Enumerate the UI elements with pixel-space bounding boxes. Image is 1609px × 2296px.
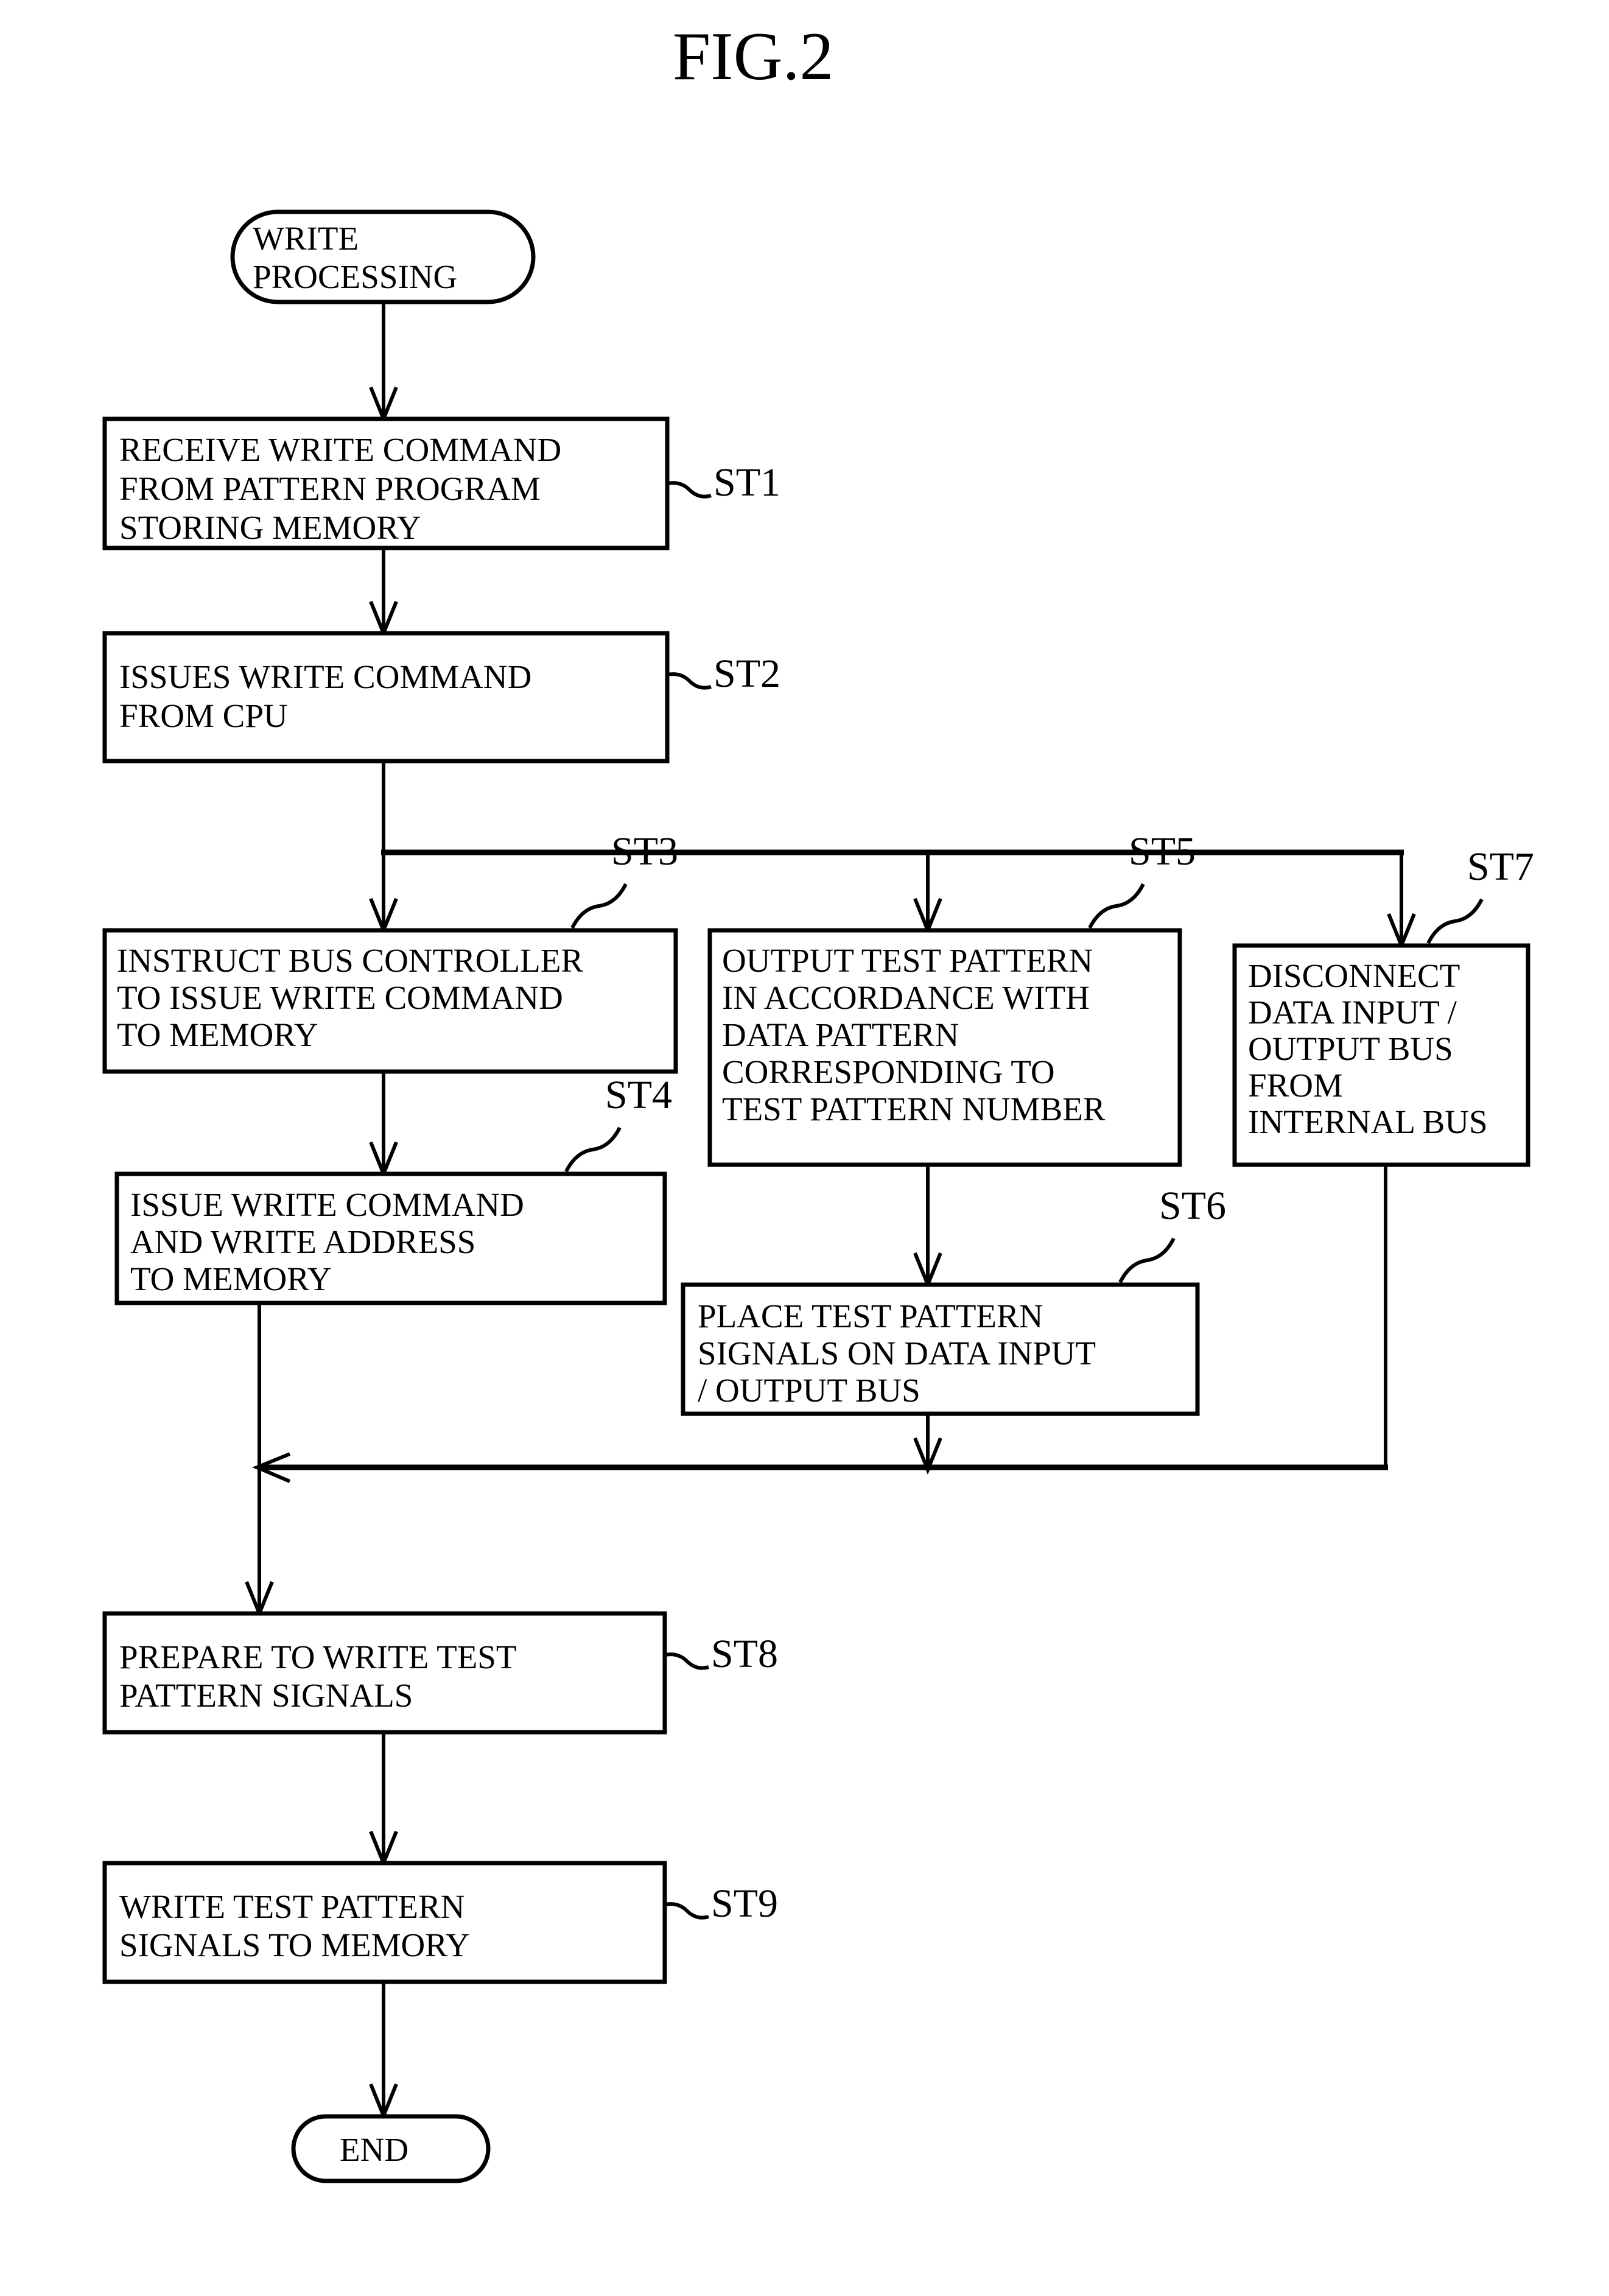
step-label-st2: ST2 [713,651,780,696]
connector-st1-to-st2 [369,548,398,639]
st3-line-1: INSTRUCT BUS CONTROLLER [117,942,583,979]
st8-label-connector [664,1652,709,1670]
st4-line-3: TO MEMORY [130,1260,332,1297]
connector-start-to-st1 [369,302,398,424]
step-label-st9: ST9 [711,1881,778,1926]
st9-label-connector [664,1902,709,1920]
st5-line-5: TEST PATTERN NUMBER [722,1090,1106,1128]
start-terminal-line-1: WRITE [253,220,359,257]
st7-line-2: DATA INPUT / [1248,994,1457,1031]
st2-line-1: ISSUES WRITE COMMAND [119,658,531,695]
step-label-st8: ST8 [711,1632,778,1676]
st4-line-2: AND WRITE ADDRESS [130,1223,475,1260]
step-label-st1: ST1 [713,460,780,505]
st8-line-2: PATTERN SIGNALS [119,1677,413,1714]
step-label-st7: ST7 [1467,844,1534,889]
step-label-st5: ST5 [1129,829,1196,874]
st7-label-connector [1426,898,1484,944]
st4-label-connector [564,1126,622,1173]
st5-line-4: CORRESPONDING TO [722,1053,1055,1090]
st6-line-2: SIGNALS ON DATA INPUT [698,1335,1096,1372]
st5-line-2: IN ACCORDANCE WITH [722,979,1090,1016]
st9-line-1: WRITE TEST PATTERN [119,1888,464,1925]
st5-label-connector [1088,883,1145,929]
figure-title: FIG.2 [673,19,833,94]
st9-line-2: SIGNALS TO MEMORY [119,1926,470,1964]
st8-line-1: PREPARE TO WRITE TEST [119,1638,516,1676]
st7-line-3: OUTPUT BUS [1248,1030,1453,1067]
st7-line-1: DISCONNECT [1248,957,1460,994]
st5-line-1: OUTPUT TEST PATTERN [722,942,1093,979]
end-terminal-label: END [340,2131,408,2168]
st5-line-3: DATA PATTERN [722,1016,959,1053]
start-terminal-line-2: PROCESSING [253,258,457,295]
fork-bus [369,761,1416,951]
step-label-st6: ST6 [1159,1184,1226,1228]
st3-label-connector [570,883,628,929]
flowchart-canvas: FIG.2 WRITE PROCESSING RECEIVE WRITE COM… [102,19,1534,2183]
figure-page: FIG.2 WRITE PROCESSING RECEIVE WRITE COM… [0,0,1609,2296]
st1-label-connector [667,481,712,499]
connector-st5-to-st6 [913,1165,942,1290]
st3-line-3: TO MEMORY [117,1016,318,1053]
st6-line-1: PLACE TEST PATTERN [698,1297,1043,1335]
connector-st8-to-st9 [369,1732,398,1869]
st6-label-connector [1118,1237,1176,1283]
st4-line-1: ISSUE WRITE COMMAND [130,1186,524,1223]
step-label-st4: ST4 [605,1073,672,1117]
st1-line-1: RECEIVE WRITE COMMAND [119,431,561,468]
connector-st9-to-end [369,1982,398,2121]
connector-st3-to-st4 [369,1072,398,1179]
st2-line-2: FROM CPU [119,697,288,734]
st3-line-2: TO ISSUE WRITE COMMAND [117,979,563,1016]
step-label-st3: ST3 [611,829,678,874]
st7-line-5: INTERNAL BUS [1248,1103,1488,1140]
st1-line-2: FROM PATTERN PROGRAM [119,470,541,507]
st1-line-3: STORING MEMORY [119,509,421,546]
st7-line-4: FROM [1248,1067,1343,1104]
st2-label-connector [667,672,712,690]
st6-line-3: / OUTPUT BUS [698,1372,920,1409]
